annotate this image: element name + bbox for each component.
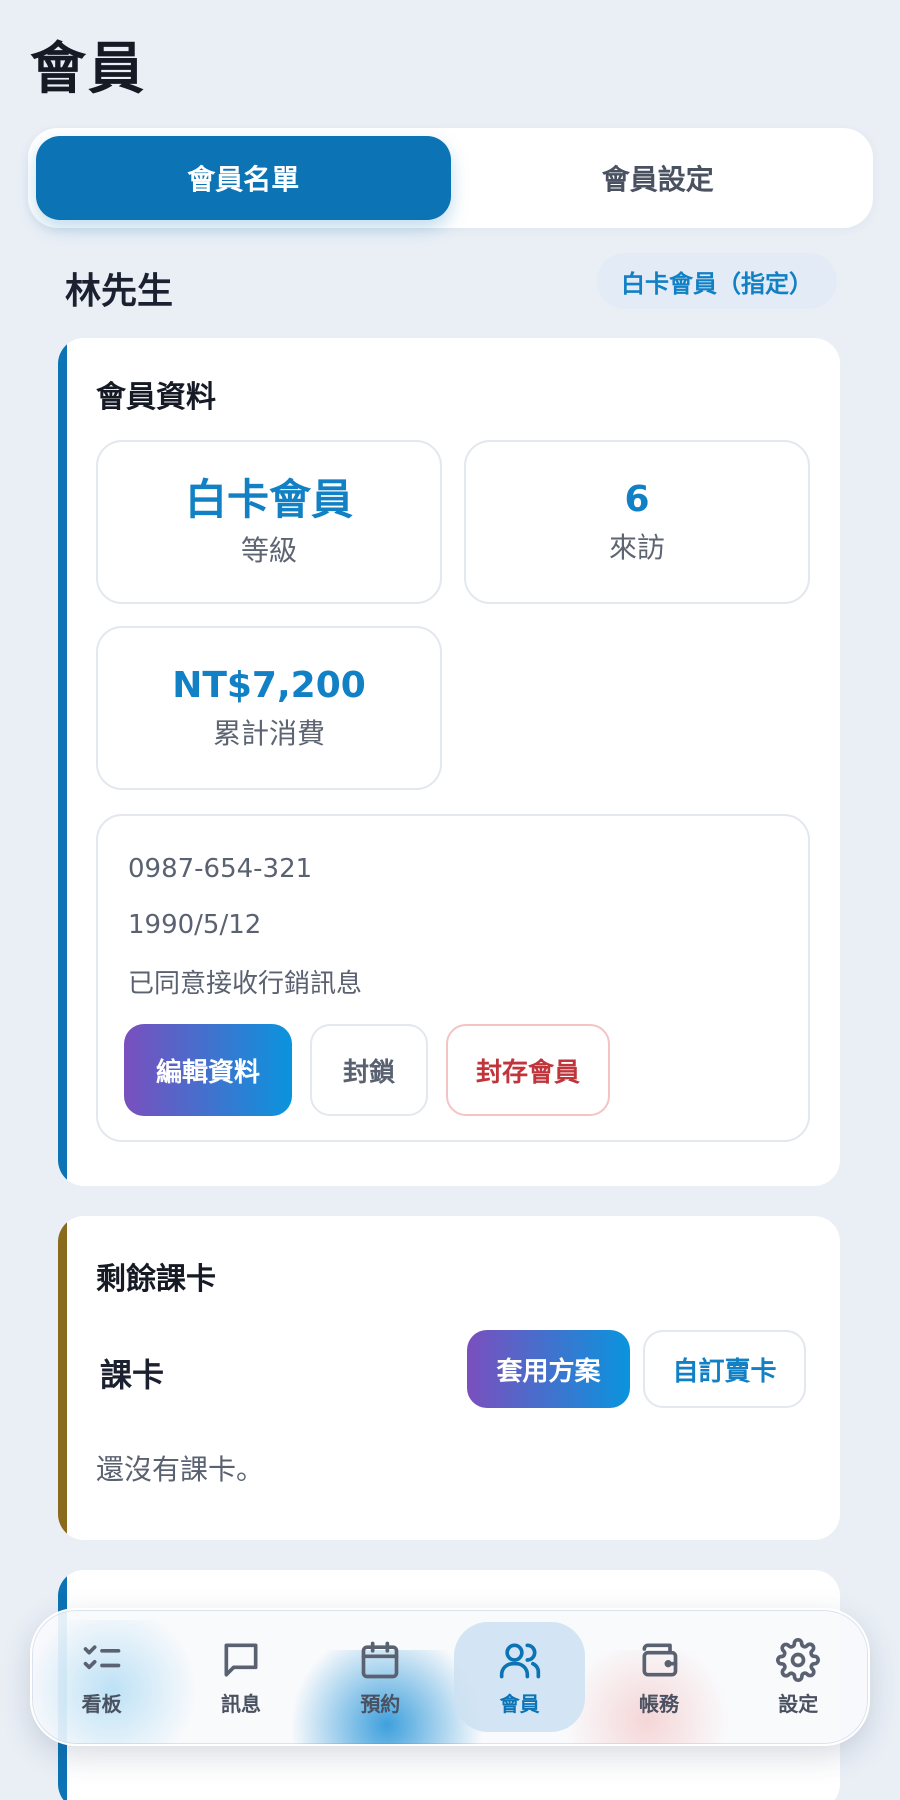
block-button[interactable]: 封鎖 <box>310 1024 428 1116</box>
marketing-consent: 已同意接收行銷訊息 <box>128 969 363 999</box>
member-tier-badge: 白卡會員（指定） <box>597 253 837 309</box>
profile-card: 會員資料 白卡會員 等級 6 來訪 NT$7,200 累計消費 0987-654… <box>58 338 840 1186</box>
calendar-icon <box>361 1641 399 1678</box>
nav-label-dashboard: 看板 <box>81 1691 122 1716</box>
stat-total-spend: NT$7,200 累計消費 <box>96 626 442 790</box>
archive-member-button[interactable]: 封存會員 <box>446 1024 610 1116</box>
birthday: 1990/5/12 <box>128 910 262 940</box>
stat-spend-value: NT$7,200 <box>172 665 366 707</box>
nav-item-accounting[interactable]: 帳務 <box>593 1622 724 1732</box>
nav-item-settings[interactable]: 設定 <box>733 1622 864 1732</box>
class-cards-subtitle: 課卡 <box>100 1356 165 1394</box>
nav-item-members[interactable]: 會員 <box>453 1622 586 1732</box>
stat-visits-label: 來訪 <box>608 530 665 564</box>
chat-bubble-icon <box>224 1643 258 1676</box>
stat-tier: 白卡會員 等級 <box>96 440 442 604</box>
phone-number: 0987-654-321 <box>128 854 313 884</box>
stat-visits: 6 來訪 <box>464 440 810 604</box>
nav-label-bookings: 預約 <box>360 1691 401 1716</box>
edit-profile-button[interactable]: 編輯資料 <box>124 1024 292 1116</box>
stat-visits-value: 6 <box>624 479 650 521</box>
apply-plan-button[interactable]: 套用方案 <box>467 1330 630 1408</box>
nav-label-messages: 訊息 <box>220 1691 261 1716</box>
gear-icon <box>776 1637 821 1682</box>
stat-tier-value: 白卡會員 <box>184 474 353 524</box>
tab-member-settings[interactable]: 會員設定 <box>451 136 866 220</box>
users-icon <box>499 1643 540 1678</box>
segmented-control: 會員名單 會員設定 <box>28 128 873 228</box>
nav-label-members: 會員 <box>499 1691 540 1716</box>
nav-item-dashboard[interactable]: 看板 <box>36 1622 167 1732</box>
nav-item-messages[interactable]: 訊息 <box>175 1622 306 1732</box>
contact-info-box: 0987-654-321 1990/5/12 已同意接收行銷訊息 編輯資料 封鎖… <box>96 814 810 1142</box>
bottom-nav: 看板 訊息 預約 會員 帳務 設定 <box>30 1608 870 1746</box>
stat-tier-label: 等級 <box>240 534 297 568</box>
custom-sell-card-button[interactable]: 自訂賣卡 <box>643 1330 806 1408</box>
class-cards-title: 剩餘課卡 <box>96 1262 216 1297</box>
tab-member-list[interactable]: 會員名單 <box>36 136 451 220</box>
profile-card-title: 會員資料 <box>96 380 216 415</box>
member-name: 林先生 <box>65 271 174 312</box>
nav-item-bookings[interactable]: 預約 <box>315 1622 446 1732</box>
nav-label-accounting: 帳務 <box>638 1691 679 1716</box>
nav-label-settings: 設定 <box>778 1691 819 1716</box>
class-cards-card: 剩餘課卡 課卡 套用方案 自訂賣卡 還沒有課卡。 <box>58 1216 840 1540</box>
page-title: 會員 <box>30 37 146 102</box>
checklist-icon <box>83 1644 120 1669</box>
wallet-icon <box>642 1643 678 1676</box>
empty-class-cards-message: 還沒有課卡。 <box>96 1453 265 1486</box>
stat-spend-label: 累計消費 <box>212 716 325 750</box>
